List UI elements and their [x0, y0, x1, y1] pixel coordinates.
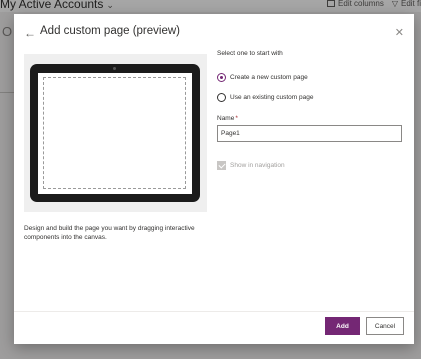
canvas-placeholder [43, 77, 186, 189]
cancel-button[interactable]: Cancel [366, 317, 404, 335]
radio-button[interactable] [217, 93, 226, 102]
create-new-page-label: Create a new custom page [230, 74, 308, 81]
arrow-left-icon[interactable]: ← [24, 26, 36, 40]
use-existing-page-label: Use an existing custom page [230, 94, 314, 101]
dialog-description: Design and build the page you want by dr… [24, 225, 195, 241]
dialog-title: Add custom page (preview) [40, 25, 180, 37]
add-custom-page-dialog: ← Add custom page (preview) ✕ Design and… [14, 14, 414, 344]
tablet-illustration [30, 64, 200, 202]
radio-button-selected[interactable] [217, 73, 226, 82]
custom-page-preview-image [24, 54, 207, 212]
name-label-text: Name [217, 115, 235, 122]
use-existing-page-option[interactable]: Use an existing custom page [217, 93, 313, 102]
close-icon[interactable]: ✕ [395, 26, 404, 39]
tablet-screen [38, 73, 192, 194]
footer-divider [14, 311, 414, 312]
show-in-navigation-option: Show in navigation [217, 161, 285, 170]
tablet-camera [113, 67, 116, 70]
create-new-page-option[interactable]: Create a new custom page [217, 73, 308, 82]
name-field-label: Name* [217, 115, 238, 122]
add-button[interactable]: Add [325, 317, 360, 335]
start-option-label: Select one to start with [217, 50, 283, 57]
show-in-navigation-label: Show in navigation [230, 162, 285, 169]
required-asterisk: * [235, 115, 238, 122]
name-input[interactable] [217, 125, 402, 142]
checkbox-checked-disabled [217, 161, 226, 170]
